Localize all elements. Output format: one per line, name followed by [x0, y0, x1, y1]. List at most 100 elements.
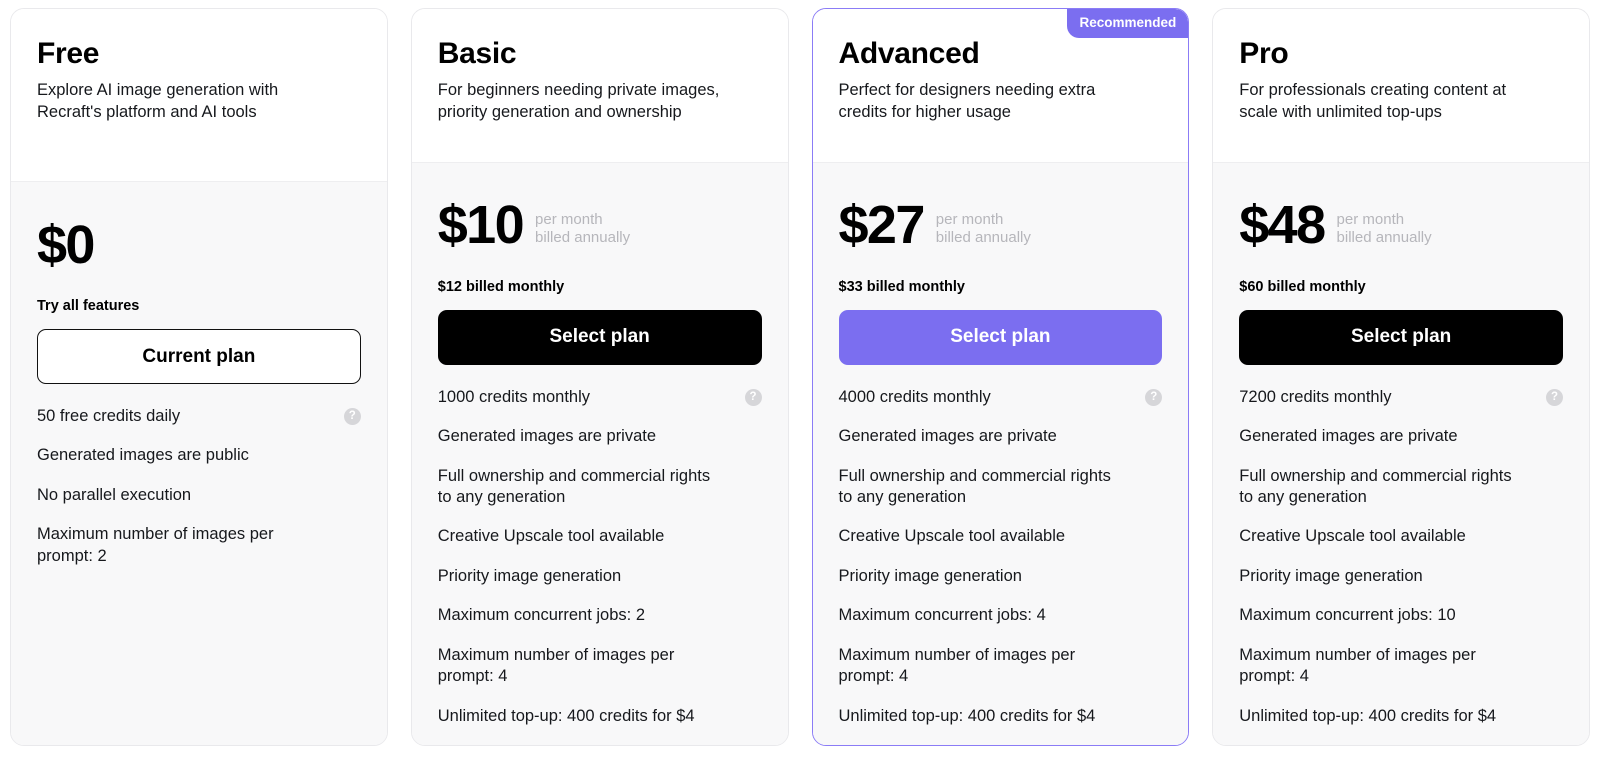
help-icon[interactable]: ? [744, 388, 762, 406]
feature-spacer [1546, 645, 1563, 646]
feature-item: Creative Upscale tool available [438, 526, 762, 547]
feature-text: Priority image generation [437, 566, 622, 585]
help-icon[interactable]: ? [1546, 388, 1563, 406]
plan-card-pro: Pro For professionals creating content at… [1212, 8, 1590, 746]
plan-name: Advanced [838, 37, 980, 70]
feature-text: Maximum number of images per prompt: 4 [1239, 645, 1476, 686]
price-amount: $10 [437, 195, 525, 256]
price-amount: $48 [1239, 195, 1326, 256]
feature-text: Maximum number of images per prompt: 4 [437, 645, 675, 686]
plan-tagline: Explore AI image generation with Recraft… [37, 81, 279, 121]
plan-cta-button[interactable]: Current plan [37, 329, 361, 384]
feature-item: Priority image generation [1239, 566, 1563, 587]
feature-text: Priority image generation [838, 566, 1022, 585]
feature-item: Priority image generation [839, 566, 1163, 587]
pricing-plans-grid: Free Explore AI image generation with Rec… [0, 0, 1600, 778]
feature-spacer [745, 566, 762, 567]
feature-spacer [745, 526, 762, 527]
feature-text: Generated images are public [37, 446, 249, 465]
feature-item: Maximum number of images per prompt: 4 [438, 645, 762, 688]
feature-item: Maximum number of images per prompt: 4 [839, 645, 1163, 688]
feature-item: Maximum concurrent jobs: 10 [1239, 605, 1563, 626]
price-row: $27 per month billed annually [838, 195, 1163, 256]
feature-item: Maximum number of images per prompt: 4 [1239, 645, 1563, 688]
feature-spacer [344, 445, 361, 446]
help-icon[interactable]: ? [343, 408, 361, 425]
feature-item: 4000 credits monthly? [839, 387, 1163, 408]
plan-body: $27 per month billed annually $33 billed mo… [812, 162, 1189, 745]
feature-item: Unlimited top-up: 400 credits for $4 [839, 706, 1163, 727]
feature-item: Unlimited top-up: 400 credits for $4 [1239, 706, 1563, 727]
feature-text: Maximum concurrent jobs: 2 [437, 606, 645, 625]
feature-spacer [1145, 526, 1162, 527]
feature-item: Creative Upscale tool available [1239, 526, 1563, 547]
feature-text: Full ownership and commercial rights to … [437, 466, 711, 506]
feature-spacer [745, 645, 762, 646]
feature-spacer [344, 524, 361, 525]
feature-text: 7200 credits monthly [1239, 387, 1392, 406]
feature-text: Generated images are private [437, 427, 657, 446]
feature-item: Full ownership and commercial rights to … [1239, 466, 1563, 509]
plan-card-basic: Basic For beginners needing private image… [410, 8, 789, 746]
feature-spacer [745, 466, 762, 467]
plan-cta-button[interactable]: Select plan [1239, 309, 1563, 365]
plan-tagline: For professionals creating content at sc… [1239, 81, 1507, 121]
feature-item: Generated images are private [1239, 426, 1563, 447]
feature-spacer [745, 426, 762, 427]
feature-item: Generated images are private [438, 426, 762, 447]
price-period: per month billed annually [935, 211, 1031, 247]
feature-text: 1000 credits monthly [437, 387, 590, 406]
price-row: $0 [37, 216, 361, 272]
feature-item: 1000 credits monthly? [438, 387, 762, 408]
feature-text: Full ownership and commercial rights to … [1239, 466, 1512, 506]
price-period: per month billed annually [1336, 211, 1432, 247]
feature-text: Unlimited top-up: 400 credits for $4 [437, 706, 695, 725]
feature-text: Creative Upscale tool available [437, 527, 665, 546]
price-row: $10 per month billed annually [437, 195, 762, 256]
feature-text: No parallel execution [37, 485, 192, 504]
plan-cta-button[interactable]: Select plan [437, 309, 762, 365]
feature-text: Unlimited top-up: 400 credits for $4 [1239, 706, 1497, 725]
feature-text: Full ownership and commercial rights to … [838, 466, 1111, 506]
feature-text: 50 free credits daily [37, 407, 181, 425]
feature-spacer [1145, 645, 1162, 646]
feature-item: No parallel execution [37, 485, 361, 506]
price-amount: $27 [838, 195, 926, 256]
feature-list: 4000 credits monthly? Generated images ar… [839, 387, 1163, 745]
feature-text: Maximum concurrent jobs: 4 [838, 606, 1046, 625]
feature-item: Maximum concurrent jobs: 2 [438, 605, 762, 626]
feature-text: Creative Upscale tool available [1239, 527, 1466, 546]
feature-spacer [745, 706, 762, 707]
feature-item: 7200 credits monthly? [1239, 387, 1563, 408]
feature-list: 50 free credits daily? Generated images a… [37, 406, 361, 585]
feature-list: 1000 credits monthly? Generated images ar… [438, 387, 762, 745]
feature-item: Priority image generation [438, 566, 762, 587]
feature-text: Maximum number of images per prompt: 2 [37, 525, 274, 565]
feature-spacer [1546, 706, 1563, 707]
billing-note: $12 billed monthly [437, 278, 565, 295]
plan-header: Pro For professionals creating content at… [1213, 9, 1589, 163]
plan-card-advanced: Recommended Advanced Perfect for designers… [811, 8, 1190, 746]
feature-spacer [1145, 426, 1162, 427]
plan-body: $48 per month billed annually $60 billed mo… [1213, 162, 1589, 745]
feature-text: Maximum concurrent jobs: 10 [1239, 606, 1456, 625]
feature-text: Maximum number of images per prompt: 4 [838, 645, 1076, 686]
recommended-badge: Recommended [1067, 9, 1189, 38]
feature-item: 50 free credits daily? [37, 406, 361, 427]
plan-header: Free Explore AI image generation with Rec… [11, 9, 387, 182]
plan-name: Pro [1239, 37, 1289, 70]
plan-header: Basic For beginners needing private image… [411, 9, 788, 163]
plan-name: Basic [437, 37, 517, 70]
feature-spacer [1546, 526, 1563, 527]
feature-list: 7200 credits monthly? Generated images ar… [1239, 387, 1563, 745]
feature-spacer [1546, 466, 1563, 467]
plan-tagline: For beginners needing private images, pr… [437, 81, 720, 121]
feature-text: Creative Upscale tool available [838, 527, 1066, 546]
plan-body: $10 per month billed annually $12 billed mo… [411, 162, 788, 745]
feature-item: Maximum number of images per prompt: 2 [37, 524, 361, 567]
help-icon[interactable]: ? [1145, 388, 1163, 406]
feature-item: Generated images are private [839, 426, 1163, 447]
feature-spacer [1145, 566, 1162, 567]
feature-spacer [1546, 426, 1563, 427]
plan-cta-button[interactable]: Select plan [838, 309, 1163, 365]
